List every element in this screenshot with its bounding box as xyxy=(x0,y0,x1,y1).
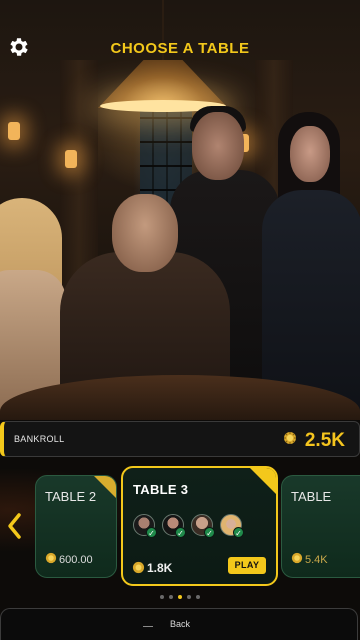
play-button[interactable]: PLAY xyxy=(228,557,266,574)
table-card-3-selected[interactable]: TABLE 3 ✓ ✓ ✓ ✓ 1.8K PLAY xyxy=(121,466,278,586)
character-face xyxy=(290,126,330,182)
avatar: ✓ xyxy=(162,514,186,538)
page-dot[interactable] xyxy=(160,595,164,599)
bankroll-label: BANKROLL xyxy=(14,434,65,444)
avatar: ✓ xyxy=(220,514,244,538)
check-icon: ✓ xyxy=(175,527,186,538)
card-corner-badge xyxy=(94,476,116,498)
card-corner-badge xyxy=(250,468,276,494)
wall-sconce xyxy=(65,150,77,168)
chevron-left-icon[interactable] xyxy=(6,512,22,540)
table-card-name: TABLE 3 xyxy=(133,482,189,497)
page-dot[interactable] xyxy=(196,595,200,599)
table-card-stake: 5.4K xyxy=(305,554,328,566)
table-card-stake: 1.8K xyxy=(147,561,173,575)
table-card-name: TABLE 2 xyxy=(45,489,97,504)
chip-icon xyxy=(45,552,57,564)
table-card-stake: 600.00 xyxy=(59,554,93,566)
bankroll-amount: 2.5K xyxy=(304,430,345,451)
header: CHOOSE A TABLE xyxy=(0,0,360,60)
chip-icon xyxy=(132,561,145,574)
carousel-page-indicator xyxy=(0,595,360,599)
chip-icon xyxy=(291,552,303,564)
character-face xyxy=(192,112,244,180)
table-card-2[interactable]: TABLE 2 600.00 xyxy=(35,475,117,578)
page-dot[interactable] xyxy=(187,595,191,599)
page-dot-active[interactable] xyxy=(178,595,182,599)
avatar: ✓ xyxy=(191,514,215,538)
player-avatars: ✓ ✓ ✓ ✓ xyxy=(133,514,244,538)
character-face xyxy=(112,194,178,272)
avatar: ✓ xyxy=(133,514,157,538)
check-icon: ✓ xyxy=(204,527,215,538)
back-button[interactable]: Back xyxy=(0,608,358,640)
chip-icon xyxy=(284,432,296,444)
check-icon: ✓ xyxy=(233,527,244,538)
wall-sconce xyxy=(8,122,20,140)
background-scene xyxy=(0,0,360,420)
table-card-name: TABLE xyxy=(291,489,332,504)
check-icon: ✓ xyxy=(146,527,157,538)
table-card-4[interactable]: TABLE 5.4K xyxy=(281,475,360,578)
back-label: Back xyxy=(169,619,190,629)
bankroll-bar: BANKROLL 2.5K xyxy=(0,421,360,457)
page-title: CHOOSE A TABLE xyxy=(110,40,250,57)
page-dot[interactable] xyxy=(169,595,173,599)
